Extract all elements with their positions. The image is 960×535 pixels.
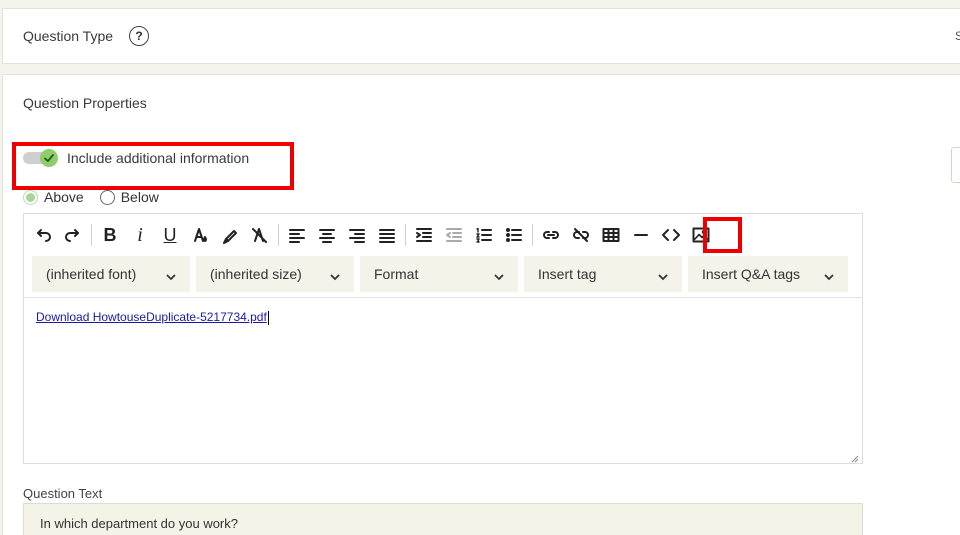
insert-qa-tags-select[interactable]: Insert Q&A tags xyxy=(688,256,848,292)
text-color-icon[interactable] xyxy=(185,220,215,250)
text-caret xyxy=(267,310,269,325)
bold-icon: B xyxy=(103,224,117,245)
radio-above-label: Above xyxy=(44,189,84,205)
position-radio-group: Above Below xyxy=(23,189,175,205)
undo-icon[interactable] xyxy=(28,220,58,250)
check-icon xyxy=(40,149,58,167)
redo-icon[interactable] xyxy=(58,220,88,250)
italic-button[interactable]: i xyxy=(125,220,155,250)
table-icon[interactable] xyxy=(596,220,626,250)
bullet-list-icon[interactable] xyxy=(499,220,529,250)
clear-format-icon[interactable] xyxy=(245,220,275,250)
numbered-list-icon[interactable] xyxy=(469,220,499,250)
chevron-down-icon xyxy=(330,269,340,281)
question-text-label: Question Text xyxy=(23,486,103,501)
format-select[interactable]: Format xyxy=(360,256,518,292)
include-info-toggle[interactable] xyxy=(23,149,59,167)
question-text-input[interactable]: In which department do you work? xyxy=(23,503,863,535)
chevron-down-icon xyxy=(824,269,834,281)
indent-icon[interactable] xyxy=(409,220,439,250)
unlink-icon[interactable] xyxy=(566,220,596,250)
font-size-value: (inherited size) xyxy=(210,266,302,282)
question-type-title: Question Type xyxy=(23,28,114,44)
insert-tag-select[interactable]: Insert tag xyxy=(524,256,682,292)
include-info-row: Include additional information xyxy=(23,149,249,167)
link-icon[interactable] xyxy=(536,220,566,250)
highlight-icon[interactable] xyxy=(215,220,245,250)
radio-above-circle[interactable] xyxy=(23,189,38,205)
question-type-panel: Question Type ? S xyxy=(2,8,960,64)
radio-below-circle[interactable] xyxy=(99,189,115,205)
question-properties-title: Question Properties xyxy=(23,95,147,111)
align-right-icon[interactable] xyxy=(342,220,372,250)
question-type-value-edge: S xyxy=(955,29,960,43)
radio-above[interactable]: Above xyxy=(23,189,84,205)
include-info-label: Include additional information xyxy=(67,150,250,166)
radio-below[interactable]: Below xyxy=(99,189,159,205)
align-justify-icon[interactable] xyxy=(372,220,402,250)
font-family-select[interactable]: (inherited font) xyxy=(32,256,190,292)
italic-icon: i xyxy=(137,223,143,246)
align-center-icon[interactable] xyxy=(312,220,342,250)
chevron-down-icon xyxy=(494,269,504,281)
font-family-value: (inherited font) xyxy=(46,266,137,282)
radio-below-label: Below xyxy=(120,189,159,205)
download-link[interactable]: Download HowtouseDuplicate-5217734.pdf xyxy=(36,310,267,324)
underline-icon: U xyxy=(163,224,177,245)
help-icon[interactable]: ? xyxy=(129,26,149,46)
image-icon[interactable] xyxy=(686,220,716,250)
underline-button[interactable]: U xyxy=(155,220,185,250)
font-size-select[interactable]: (inherited size) xyxy=(196,256,354,292)
align-left-icon[interactable] xyxy=(282,220,312,250)
rich-text-editor: B i U (inherited font) (inherited size) … xyxy=(23,213,863,464)
insert-tag-value: Insert tag xyxy=(538,266,597,282)
bold-button[interactable]: B xyxy=(95,220,125,250)
outdent-icon[interactable] xyxy=(439,220,469,250)
format-value: Format xyxy=(374,266,419,282)
insert-qa-tags-value: Insert Q&A tags xyxy=(702,266,801,282)
resize-handle-icon[interactable] xyxy=(849,450,859,463)
chevron-down-icon xyxy=(166,269,176,281)
chevron-down-icon xyxy=(658,269,668,281)
editor-toolbar: B i U (inherited font) (inherited size) … xyxy=(24,214,862,298)
question-properties-panel: Question Properties Include additional i… xyxy=(2,74,960,535)
side-panel-edge xyxy=(951,147,960,183)
source-code-icon[interactable] xyxy=(656,220,686,250)
editor-content[interactable]: Download HowtouseDuplicate-5217734.pdf xyxy=(36,310,269,325)
horizontal-rule-icon[interactable] xyxy=(626,220,656,250)
